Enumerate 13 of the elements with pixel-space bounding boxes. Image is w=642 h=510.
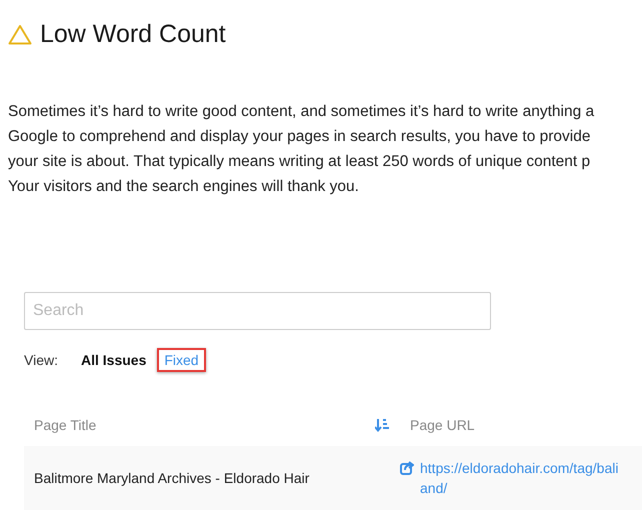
view-filter-link[interactable]: Fixed <box>157 348 206 372</box>
search-field[interactable]: Search <box>24 292 491 330</box>
external-link-icon <box>400 461 414 475</box>
column-header: Page URL <box>410 417 475 433</box>
warning-icon <box>8 24 32 44</box>
view-label: View: <box>24 352 58 368</box>
page-url-link[interactable]: https://eldoradohair.com/tag/bali and/ <box>420 458 618 498</box>
table-cell-text: Balitmore Maryland Archives - Eldorado Hair <box>33 470 310 486</box>
column-header: Page Title <box>34 417 96 433</box>
view-filter-link[interactable]: All Issues <box>74 348 154 372</box>
sort-icon[interactable] <box>375 418 390 432</box>
description-text: Sometimes it’s hard to write good content, and sometimes it’s hard to write anything a Google to comprehend and display your pages in search results, you have to provide your site is about. That typically means writing at least 250 words of unique content p Your visitors and the search engines will thank you. <box>8 102 596 197</box>
page-title: Low Word Count <box>40 20 226 48</box>
